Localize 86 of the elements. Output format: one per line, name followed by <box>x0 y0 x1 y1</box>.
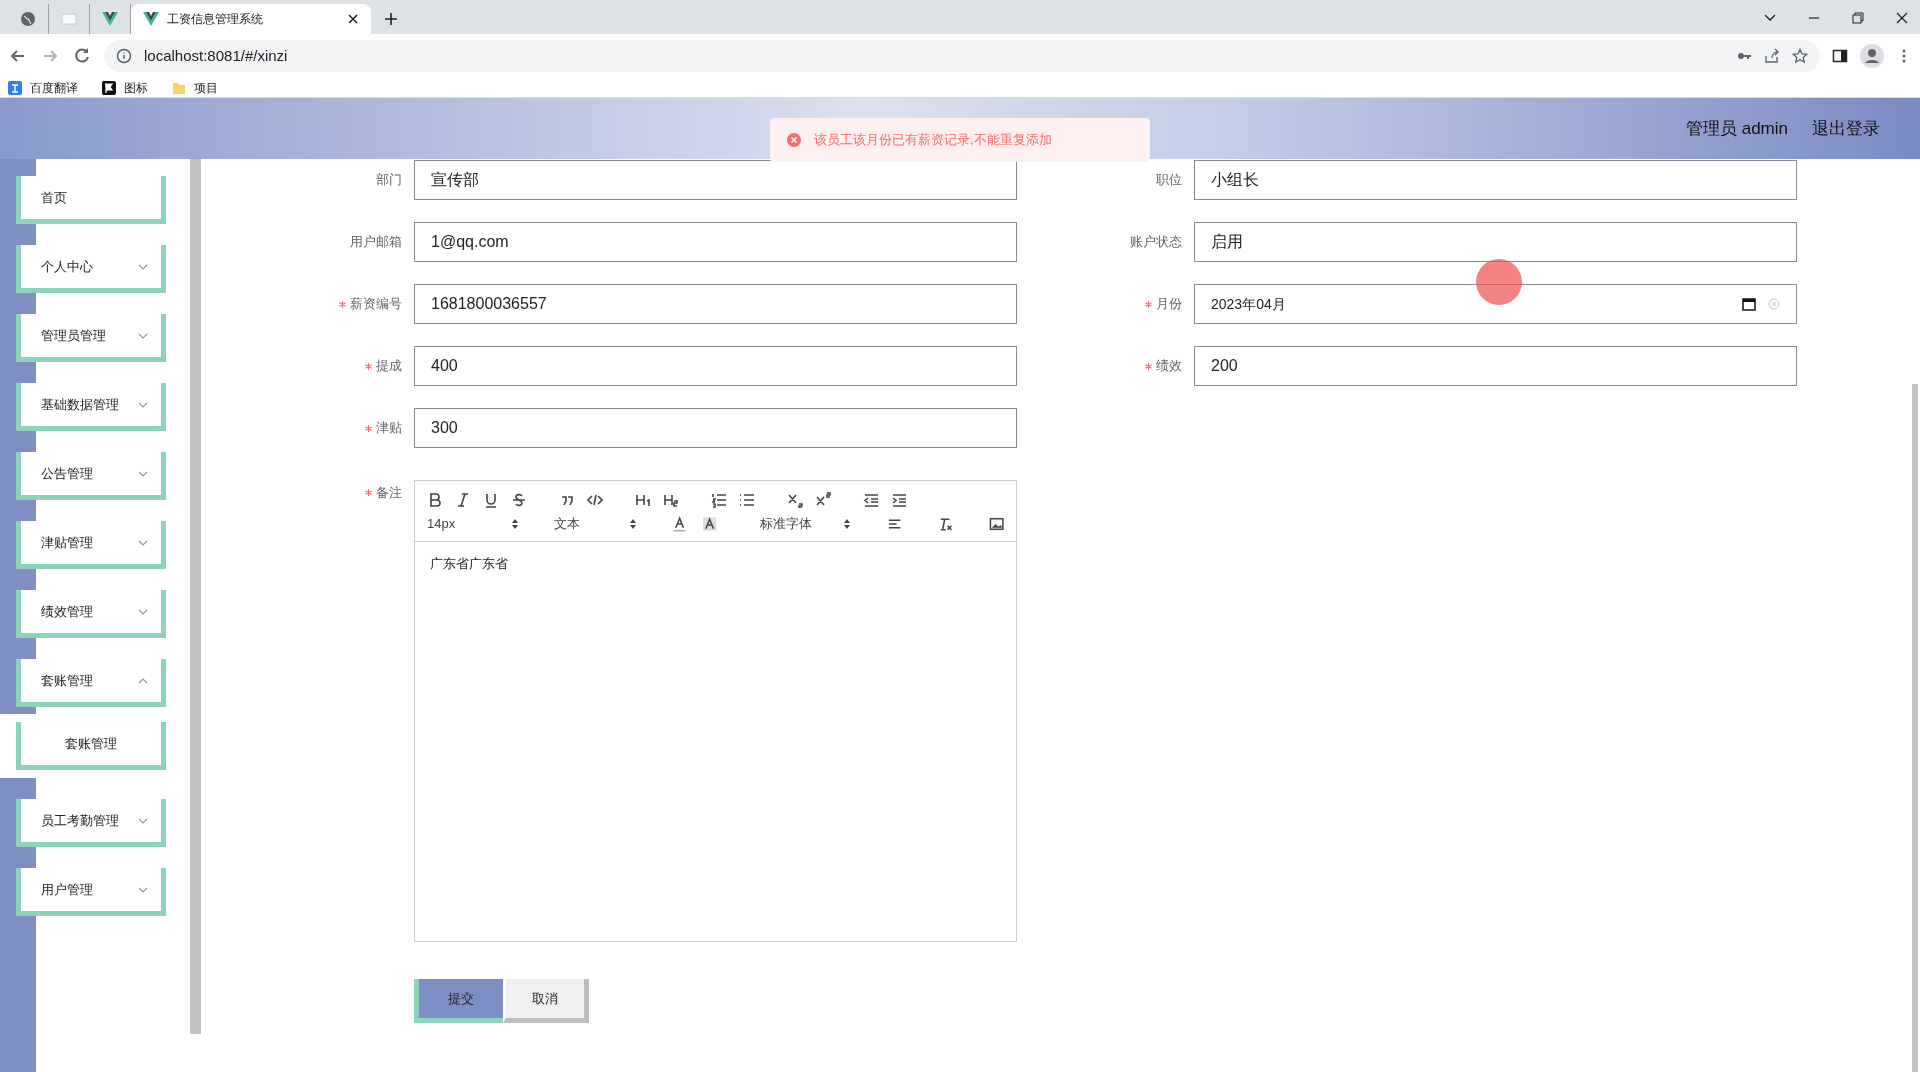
input-field[interactable]: 300 <box>414 408 1017 448</box>
vue-logo-icon <box>143 11 159 27</box>
field-label: 用户邮箱 <box>350 233 402 252</box>
restore-icon[interactable] <box>1852 12 1864 24</box>
bold-icon[interactable] <box>427 492 443 508</box>
heading-one-icon[interactable] <box>635 492 651 508</box>
sidebar-item[interactable]: 绩效管理 <box>16 590 166 638</box>
updown-icon <box>843 518 852 530</box>
field-label: 职位 <box>1156 171 1182 190</box>
updown-icon <box>628 518 637 530</box>
input-field[interactable]: 启用 <box>1194 222 1797 262</box>
code-icon[interactable] <box>587 492 603 508</box>
bullet-list-icon[interactable] <box>739 492 755 508</box>
input-field[interactable]: 小组长 <box>1194 160 1797 200</box>
browser-tab[interactable]: 工资信息管理系统 <box>131 4 371 34</box>
field-label: 部门 <box>376 171 402 190</box>
input-field[interactable]: 2023年04月 <box>1194 284 1797 324</box>
folder-icon <box>172 80 186 95</box>
sidebar-item[interactable]: 个人中心 <box>16 245 166 293</box>
indent-icon[interactable] <box>891 492 907 508</box>
input-field[interactable]: 1@qq.com <box>414 222 1017 262</box>
dropdown[interactable]: 标准字体 <box>760 514 852 534</box>
sidebar-item[interactable]: 基础数据管理 <box>16 383 166 431</box>
globe-icon <box>20 11 36 27</box>
sidebar-item[interactable]: 津贴管理 <box>16 521 166 569</box>
image-icon[interactable] <box>988 516 1004 532</box>
translate-icon <box>8 80 22 95</box>
reload-icon[interactable] <box>72 46 92 66</box>
field-label: 提成 <box>376 357 402 376</box>
error-icon <box>786 132 802 148</box>
sidebar-item[interactable]: 员工考勤管理 <box>16 799 166 847</box>
side-panel-icon[interactable] <box>1832 48 1848 64</box>
input-field[interactable]: 400 <box>414 346 1017 386</box>
field-label: 月份 <box>1156 295 1182 314</box>
input-field[interactable]: 200 <box>1194 346 1797 386</box>
vue-logo-icon <box>102 11 118 27</box>
close-icon[interactable] <box>347 13 359 25</box>
editor-area[interactable]: 广东省广东省 <box>414 542 1017 942</box>
share-icon[interactable] <box>1764 48 1780 64</box>
outdent-icon[interactable] <box>863 492 879 508</box>
cancel-button[interactable]: 取消 <box>503 979 589 1023</box>
editor-text: 广东省广东省 <box>430 555 509 573</box>
numbered-list-icon[interactable] <box>711 492 727 508</box>
sidebar-item[interactable]: 管理员管理 <box>16 314 166 362</box>
submit-button[interactable]: 提交 <box>414 979 503 1023</box>
text-color-icon[interactable] <box>672 516 688 532</box>
heading-two-icon[interactable] <box>663 492 679 508</box>
bookmark[interactable]: 百度翻译 <box>8 78 78 97</box>
align-icon[interactable] <box>886 516 903 532</box>
admin-label: 管理员 admin <box>1685 117 1788 140</box>
bookmark[interactable]: 项目 <box>172 78 218 97</box>
dropdown[interactable]: 14px <box>427 514 519 534</box>
submenu-item[interactable]: 套账管理 <box>16 722 166 770</box>
sidebar-item[interactable]: 公告管理 <box>16 452 166 500</box>
field-label: 津贴 <box>376 419 402 438</box>
close-window-icon[interactable] <box>1896 12 1908 24</box>
field-label: 备注 <box>376 484 402 502</box>
page-icon <box>61 11 77 27</box>
input-field[interactable]: 宣传部 <box>414 160 1017 200</box>
updown-icon <box>510 518 519 530</box>
subscript-icon[interactable] <box>787 492 803 508</box>
dropdown[interactable]: 文本 <box>554 514 637 534</box>
superscript-icon[interactable] <box>815 492 831 508</box>
underline-icon[interactable] <box>483 492 499 508</box>
toast-message: 该员工该月份已有薪资记录,不能重复添加 <box>814 131 1052 150</box>
star-icon[interactable] <box>1792 48 1808 64</box>
address-bar[interactable]: localhost:8081/#/xinzi <box>104 40 1820 72</box>
field-label: 薪资编号 <box>350 295 402 314</box>
flag-icon <box>102 80 116 95</box>
logout-link[interactable]: 退出登录 <box>1812 115 1880 142</box>
sidebar-item[interactable]: 用户管理 <box>16 868 166 916</box>
calendar-icon[interactable] <box>1742 297 1756 311</box>
tab-title: 工资信息管理系统 <box>167 11 264 28</box>
new-tab-icon[interactable] <box>383 11 399 27</box>
field-label: 绩效 <box>1156 357 1182 376</box>
profile-icon[interactable] <box>1860 44 1884 68</box>
bookmark[interactable]: 图标 <box>102 78 148 97</box>
highlight-color-icon[interactable] <box>701 516 717 532</box>
italic-icon[interactable] <box>455 492 471 508</box>
sidebar-item[interactable]: 套账管理 <box>16 659 166 707</box>
sidebar-item[interactable]: 首页 <box>16 176 166 224</box>
strikethrough-icon[interactable] <box>511 492 527 508</box>
input-field[interactable]: 1681800036557 <box>414 284 1017 324</box>
field-label: 账户状态 <box>1130 233 1182 252</box>
url-text: localhost:8081/#/xinzi <box>144 45 288 66</box>
info-icon[interactable] <box>116 48 132 64</box>
